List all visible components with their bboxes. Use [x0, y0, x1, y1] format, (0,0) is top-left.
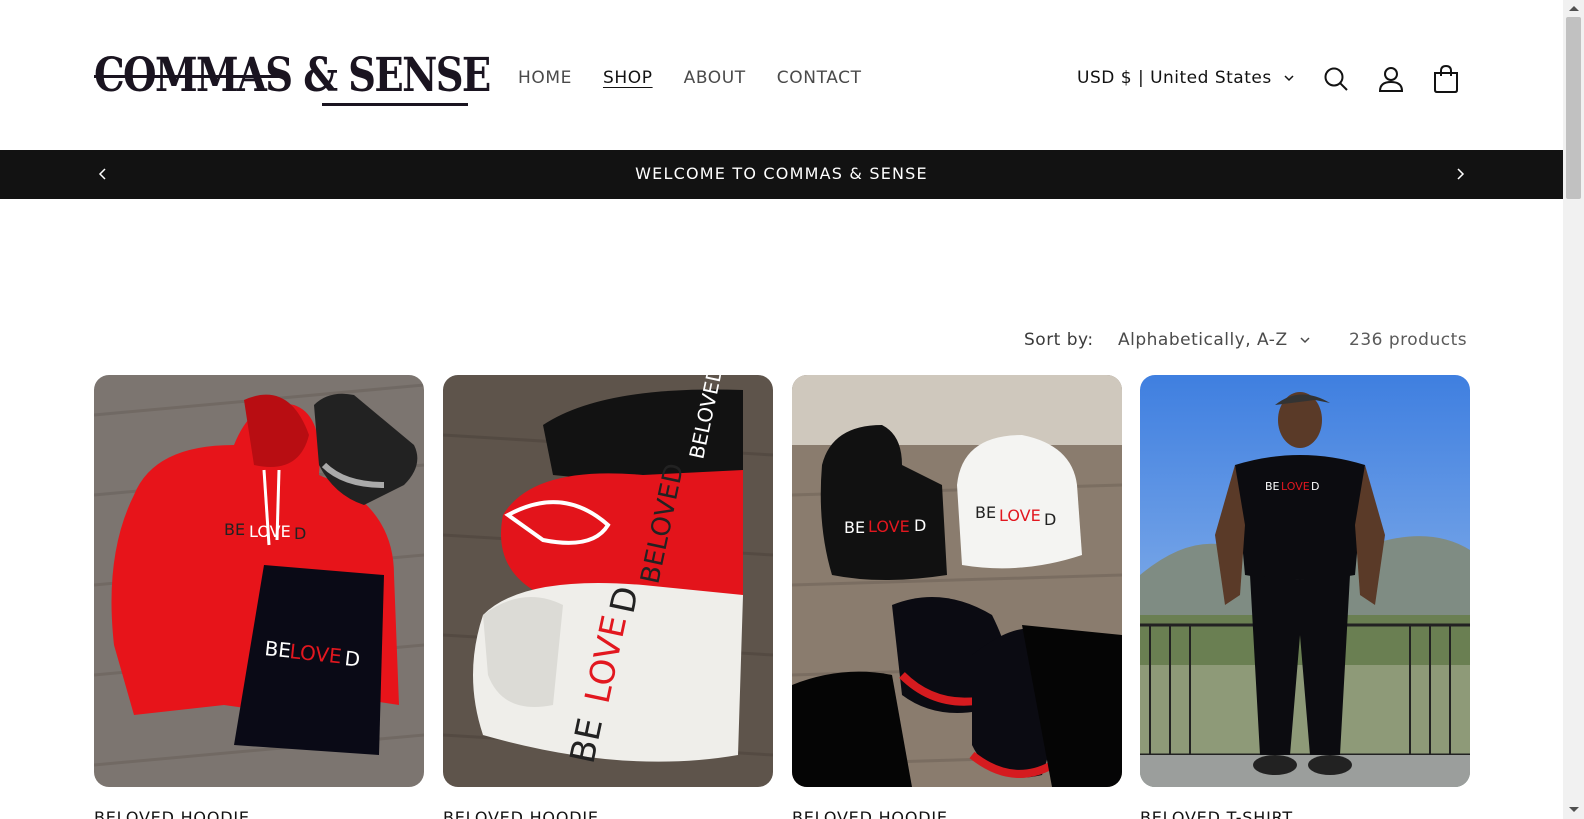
search-icon[interactable] [1321, 64, 1351, 94]
product-image: BELOVED BELOVED BE LOVE D [443, 375, 773, 787]
chevron-down-icon [1284, 75, 1294, 82]
scroll-up-arrow[interactable] [1569, 6, 1579, 11]
chevron-right-icon[interactable] [1452, 166, 1468, 182]
sort-value: Alphabetically, A-Z [1118, 330, 1288, 350]
product-card-image[interactable]: BE LOVE D BE LOVE D [94, 375, 424, 787]
svg-text:LOVE: LOVE [868, 517, 910, 536]
sort-select[interactable]: Alphabetically, A-Z [1118, 330, 1312, 350]
svg-text:D: D [1044, 510, 1056, 529]
scroll-down-arrow[interactable] [1569, 807, 1579, 812]
product-title[interactable]: BELOVED HOODIE [792, 808, 948, 819]
svg-text:D: D [1311, 480, 1319, 493]
scrollbar-thumb[interactable] [1566, 17, 1581, 199]
main-nav: HOME SHOP ABOUT CONTACT [518, 68, 893, 88]
announcement-text: WELCOME TO COMMAS & SENSE [635, 164, 928, 183]
nav-home[interactable]: HOME [518, 68, 572, 88]
currency-label: USD $ | United States [1077, 68, 1272, 88]
svg-text:D: D [294, 524, 306, 543]
account-icon[interactable] [1376, 64, 1406, 94]
svg-text:LOVE: LOVE [249, 522, 291, 541]
svg-text:D: D [343, 646, 361, 671]
svg-text:D: D [914, 516, 926, 535]
site-header: COMMAS & SENSE HOME SHOP ABOUT CONTACT U… [0, 0, 1563, 150]
cart-icon[interactable] [1431, 64, 1461, 94]
product-image: BE LOVE D [1140, 375, 1470, 787]
product-title[interactable]: BELOVED HOODIE [443, 808, 599, 819]
svg-text:BE: BE [224, 520, 245, 539]
product-count: 236 products [1349, 330, 1468, 350]
logo-underline [322, 103, 468, 106]
product-image: BE LOVE D BE LOVE D [94, 375, 424, 787]
svg-text:BE: BE [844, 518, 865, 537]
product-card-image[interactable]: BE LOVE D [1140, 375, 1470, 787]
sort-label: Sort by: [1024, 330, 1094, 350]
scrollbar[interactable] [1563, 0, 1584, 819]
product-title[interactable]: BELOVED HOODIE [94, 808, 250, 819]
announcement-bar: WELCOME TO COMMAS & SENSE [0, 150, 1563, 199]
product-card-image[interactable]: BE LOVE D BE LOVE D [792, 375, 1122, 787]
product-title[interactable]: BELOVED T-SHIRT [1140, 808, 1293, 819]
nav-shop[interactable]: SHOP [603, 68, 653, 88]
svg-text:BE: BE [263, 636, 292, 663]
svg-text:LOVE: LOVE [1281, 480, 1310, 493]
product-card-image[interactable]: BELOVED BELOVED BE LOVE D [443, 375, 773, 787]
nav-contact[interactable]: CONTACT [777, 68, 862, 88]
logo-strike-line [94, 75, 284, 78]
site-logo[interactable]: COMMAS & SENSE [94, 48, 491, 108]
nav-about[interactable]: ABOUT [684, 68, 746, 88]
svg-text:BE: BE [975, 503, 996, 522]
svg-text:BE: BE [1265, 480, 1280, 493]
chevron-down-icon [1300, 337, 1310, 344]
svg-text:LOVE: LOVE [999, 506, 1041, 525]
product-image: BE LOVE D BE LOVE D [792, 375, 1122, 787]
currency-selector[interactable]: USD $ | United States [1077, 68, 1296, 88]
